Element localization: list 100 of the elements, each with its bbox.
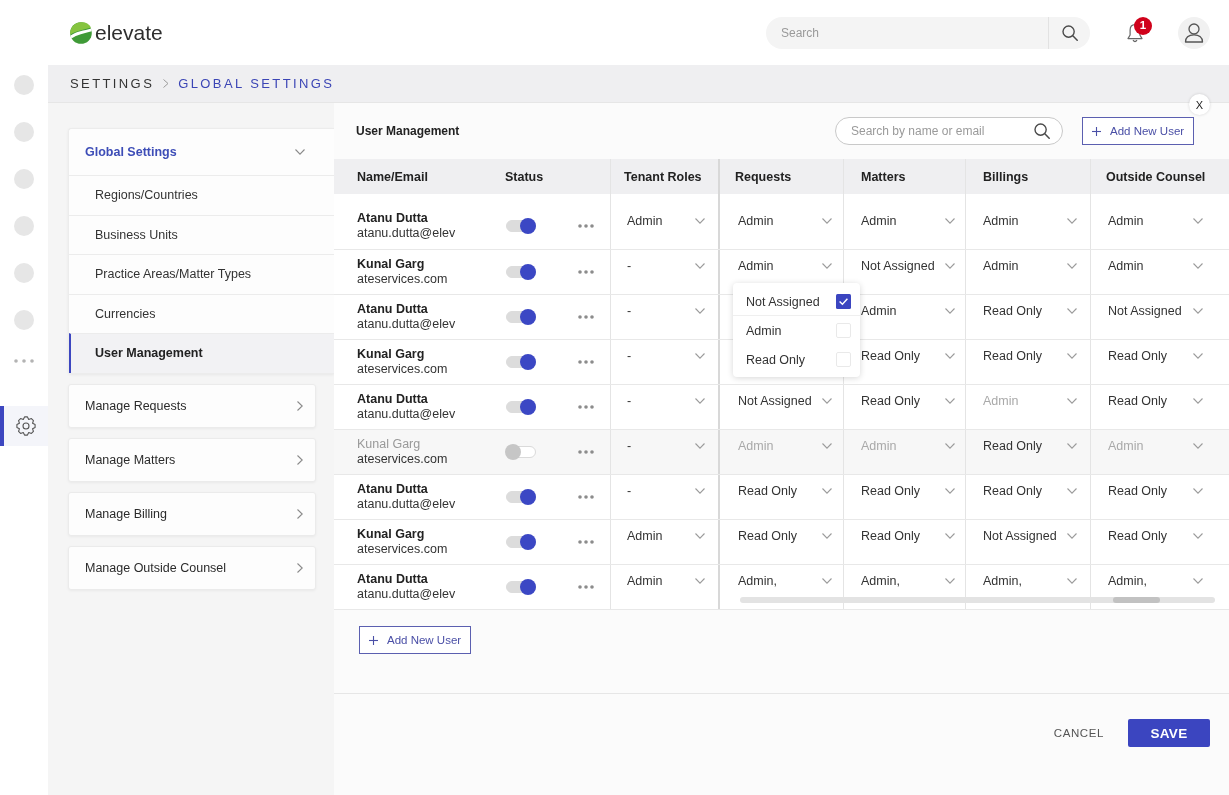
role-select[interactable]: Admin bbox=[1108, 258, 1203, 274]
role-select[interactable]: Read Only bbox=[983, 483, 1077, 499]
search-icon[interactable] bbox=[1061, 24, 1078, 41]
role-select[interactable]: Admin bbox=[1108, 213, 1203, 229]
search-field[interactable]: Search by name or email bbox=[835, 117, 1063, 145]
chevron-down-icon bbox=[1193, 308, 1203, 314]
chevron-right-icon bbox=[297, 508, 303, 519]
role-select[interactable]: - bbox=[627, 393, 705, 409]
menu-option[interactable]: Admin bbox=[733, 316, 860, 345]
more-icon[interactable] bbox=[578, 315, 594, 319]
chevron-down-icon bbox=[822, 443, 832, 449]
role-select[interactable]: Admin, bbox=[738, 573, 832, 589]
role-select[interactable]: Admin bbox=[983, 258, 1077, 274]
user-email: atanu.dutta@elev bbox=[357, 587, 457, 602]
role-select[interactable]: - bbox=[627, 258, 705, 274]
role-select[interactable]: Read Only bbox=[738, 528, 832, 544]
role-select[interactable]: Admin bbox=[738, 213, 832, 229]
toggle-switch[interactable] bbox=[505, 217, 537, 235]
sidebar-group[interactable]: Manage Outside Counsel bbox=[68, 545, 316, 590]
role-select[interactable]: Read Only bbox=[861, 393, 955, 409]
toggle-switch[interactable] bbox=[505, 308, 537, 326]
role-select[interactable]: Admin bbox=[861, 213, 955, 229]
chevron-down-icon bbox=[1067, 398, 1077, 404]
role-select[interactable]: Admin, bbox=[1108, 573, 1203, 589]
toggle-switch[interactable] bbox=[505, 398, 537, 416]
chevron-down-icon bbox=[822, 218, 832, 224]
role-select[interactable]: Read Only bbox=[1108, 483, 1203, 499]
toggle-switch[interactable] bbox=[505, 353, 537, 371]
role-select[interactable]: - bbox=[627, 483, 705, 499]
breadcrumb-link[interactable]: SETTINGS bbox=[70, 76, 155, 91]
role-select[interactable]: Not Assigned bbox=[983, 528, 1077, 544]
sidebar-group[interactable]: Manage Billing bbox=[68, 491, 316, 536]
role-select[interactable]: Not Assigned bbox=[738, 393, 832, 409]
search-button[interactable] bbox=[1048, 16, 1090, 49]
role-select[interactable]: Not Assigned bbox=[861, 258, 955, 274]
checkbox[interactable] bbox=[836, 294, 851, 309]
role-select[interactable]: Read Only bbox=[983, 303, 1077, 319]
role-select[interactable]: Admin bbox=[738, 258, 832, 274]
role-select[interactable]: Admin bbox=[983, 213, 1077, 229]
role-select[interactable]: Read Only bbox=[1108, 528, 1203, 544]
more-icon[interactable] bbox=[14, 359, 34, 363]
add-user-button[interactable]: Add New User bbox=[1082, 117, 1194, 145]
role-select[interactable]: - bbox=[627, 348, 705, 364]
search-field[interactable]: Search bbox=[766, 16, 1048, 49]
sidebar-item[interactable]: User Management bbox=[69, 333, 334, 373]
menu-option[interactable]: Read Only bbox=[733, 345, 860, 374]
toggle-switch[interactable] bbox=[505, 578, 537, 596]
role-select[interactable]: Admin bbox=[627, 213, 705, 229]
user-email: ateservices.com bbox=[357, 272, 449, 287]
role-select[interactable]: Read Only bbox=[738, 483, 832, 499]
more-icon[interactable] bbox=[578, 224, 594, 228]
toggle-switch[interactable] bbox=[505, 263, 537, 281]
chevron-down-icon bbox=[945, 308, 955, 314]
breadcrumb-link[interactable]: GLOBAL SETTINGS bbox=[178, 76, 335, 91]
more-icon[interactable] bbox=[578, 405, 594, 409]
role-select[interactable]: Read Only bbox=[861, 483, 955, 499]
more-icon[interactable] bbox=[578, 540, 594, 544]
menu-option[interactable]: Not Assigned bbox=[733, 287, 860, 316]
toggle-switch[interactable] bbox=[505, 533, 537, 551]
role-select[interactable]: Admin bbox=[861, 303, 955, 319]
sidebar-group[interactable]: Manage Matters bbox=[68, 437, 316, 482]
settings-icon bbox=[16, 416, 36, 436]
search-icon[interactable] bbox=[1034, 123, 1050, 139]
role-select[interactable]: Read Only bbox=[861, 528, 955, 544]
add-user-button[interactable]: Add New User bbox=[359, 626, 471, 654]
role-select[interactable]: Not Assigned bbox=[1108, 303, 1203, 319]
chevron-down-icon bbox=[1067, 218, 1077, 224]
role-select[interactable]: Read Only bbox=[1108, 348, 1203, 364]
user-name: Kunal Garg bbox=[357, 257, 426, 272]
column-header: Name/Email bbox=[334, 159, 490, 194]
role-select[interactable]: Admin bbox=[627, 573, 705, 589]
chevron-down-icon bbox=[1067, 443, 1077, 449]
nav-item[interactable] bbox=[0, 406, 48, 446]
role-select[interactable]: Read Only bbox=[1108, 393, 1203, 409]
sidebar-group[interactable]: Global Settings bbox=[69, 129, 334, 175]
chevron-down-icon bbox=[1193, 443, 1203, 449]
more-icon[interactable] bbox=[578, 360, 594, 364]
sidebar-group[interactable]: Manage Requests bbox=[68, 383, 316, 428]
user-name: Kunal Garg bbox=[357, 527, 426, 542]
avatar-icon[interactable] bbox=[1178, 16, 1210, 49]
more-icon[interactable] bbox=[578, 495, 594, 499]
user-name: Atanu Dutta bbox=[357, 392, 429, 407]
toggle-switch[interactable] bbox=[505, 488, 537, 506]
role-select[interactable]: Read Only bbox=[861, 348, 955, 364]
role-select[interactable]: Admin bbox=[627, 528, 705, 544]
chevron-down-icon bbox=[695, 308, 705, 314]
role-select[interactable]: - bbox=[627, 303, 705, 319]
chevron-down-icon bbox=[1067, 353, 1077, 359]
user-name: Kunal Garg bbox=[357, 437, 422, 452]
more-icon[interactable] bbox=[578, 270, 594, 274]
plus-icon bbox=[369, 635, 378, 645]
cancel-button[interactable]: CANCEL bbox=[1053, 719, 1104, 747]
chevron-down-icon bbox=[1067, 488, 1077, 494]
save-button[interactable]: SAVE bbox=[1128, 719, 1210, 747]
role-select[interactable]: Admin, bbox=[983, 573, 1077, 589]
role-select[interactable]: Admin, bbox=[861, 573, 955, 589]
more-icon[interactable] bbox=[578, 585, 594, 589]
horizontal-scrollbar[interactable] bbox=[740, 597, 1215, 603]
chevron-down-icon bbox=[945, 578, 955, 584]
role-select[interactable]: Read Only bbox=[983, 348, 1077, 364]
